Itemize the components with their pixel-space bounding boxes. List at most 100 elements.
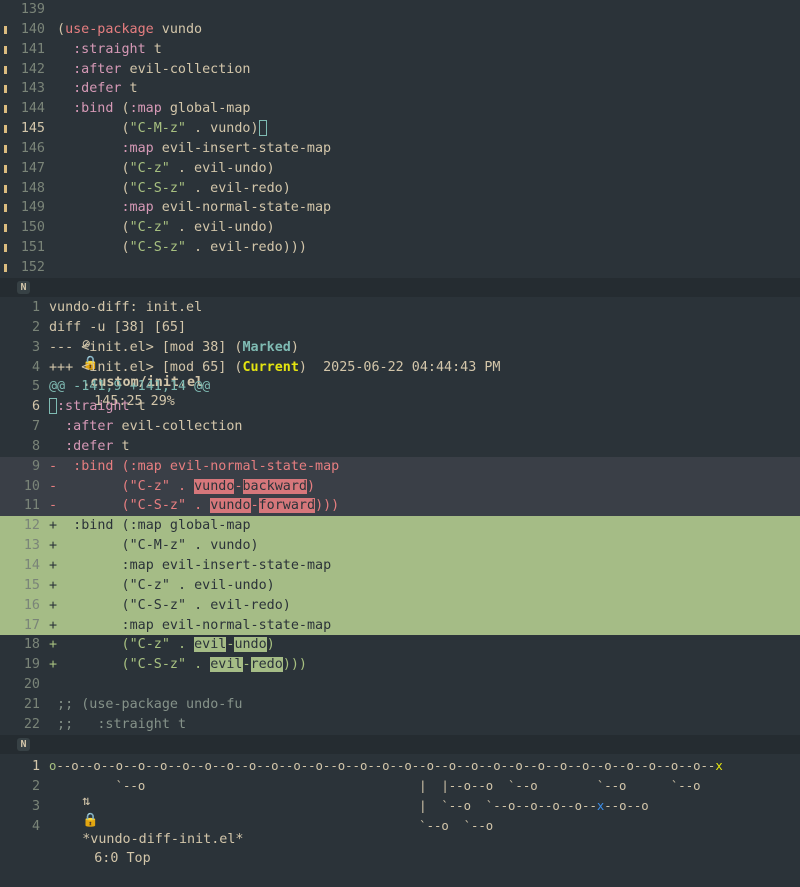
editor-line[interactable]: 141 :straight t	[0, 40, 800, 60]
line-text: + :bind (:map global-map	[49, 518, 251, 534]
editor-modeline: N ⊘ 🔒 .custom/init.el 145:25 29%	[0, 278, 800, 409]
diff-line[interactable]: 21 ;; (use-package undo-fu	[0, 695, 800, 715]
diff-line[interactable]: 8 :defer t	[0, 437, 800, 457]
tree-lines[interactable]: 1 o--o--o--o--o--o--o--o--o--o--o--o--o--…	[0, 755, 800, 836]
line-number: 140	[20, 21, 45, 37]
undo-tree-text[interactable]: `--o `--o	[49, 817, 800, 837]
line-number: 20	[23, 677, 40, 693]
evil-state-badge: N	[17, 738, 30, 751]
diff-line[interactable]: 2 diff -u [38] [65]	[0, 318, 800, 338]
line-number: 8	[31, 438, 40, 454]
line-number: 15	[23, 577, 40, 593]
editor-line[interactable]: 150 ("C-z" . evil-undo)	[0, 218, 800, 238]
diff-line[interactable]: 11 - ("C-S-z" . vundo-forward)))	[0, 496, 800, 517]
line-number: 17	[23, 617, 40, 633]
line-text: diff -u [38] [65]	[49, 319, 187, 335]
vundo-tree-pane[interactable]: 1 o--o--o--o--o--o--o--o--o--o--o--o--o--…	[0, 755, 800, 848]
line-text: - :bind (:map evil-normal-state-map	[49, 458, 340, 474]
line-number: 13	[23, 538, 40, 554]
line-text: ("C-z" . evil-undo)	[57, 220, 275, 236]
cursor	[49, 398, 57, 415]
diff-line[interactable]: 12 + :bind (:map global-map	[0, 516, 800, 537]
line-text: (use-package vundo	[57, 21, 203, 37]
line-text: + ("C-S-z" . evil-redo)))	[49, 657, 307, 673]
line-text: - ("C-S-z" . vundo-forward)))	[49, 498, 340, 514]
editor-line[interactable]: 146 :map evil-insert-state-map	[0, 139, 800, 159]
tree-line[interactable]: 4 `--o `--o	[0, 817, 800, 837]
editor-line[interactable]: 144 :bind (:map global-map	[0, 99, 800, 119]
line-number: 142	[20, 61, 45, 77]
diff-lines[interactable]: 1 vundo-diff: init.el 2 diff -u [38] [65] 3-…	[0, 298, 800, 735]
line-text: :straight t	[73, 41, 162, 57]
line-text: ("C-M-z" . vundo)	[57, 119, 800, 139]
editor-line[interactable]: 148 ("C-S-z" . evil-redo)	[0, 179, 800, 199]
diff-line[interactable]: 22 ;; :straight t	[0, 715, 800, 735]
line-text: ("C-S-z" . evil-redo)	[57, 180, 291, 196]
line-number: 9	[31, 458, 40, 474]
diff-line[interactable]: 18 + ("C-z" . evil-undo)	[0, 635, 800, 655]
line-text: :defer t	[73, 81, 138, 97]
line-text: +++ <init.el> [mod 65] (Current) 2025-06…	[49, 359, 501, 375]
diff-line[interactable]: 1 vundo-diff: init.el	[0, 298, 800, 318]
diff-line[interactable]: 3 --- <init.el> [mod 38] (Marked)	[0, 338, 800, 358]
undo-tree-text[interactable]: `--o | |--o--o `--o `--o `--o	[49, 777, 800, 797]
line-number: 21	[23, 696, 40, 712]
tree-line[interactable]: 3 | `--o `--o--o--o--o--x--o--o	[0, 797, 800, 817]
diff-pane[interactable]: 1 vundo-diff: init.el 2 diff -u [38] [65] 3-…	[0, 298, 800, 735]
diff-line[interactable]: 4 +++ <init.el> [mod 65] (Current) 2025-0…	[0, 358, 800, 378]
line-text: vundo-diff: init.el	[49, 300, 203, 315]
diff-line[interactable]: 14 + :map evil-insert-state-map	[0, 555, 800, 576]
diff-line[interactable]: 6:straight t	[0, 397, 800, 417]
editor-line[interactable]: 142 :after evil-collection	[0, 60, 800, 80]
line-number: 2	[31, 319, 40, 335]
editor-line[interactable]: 140 (use-package vundo	[0, 20, 800, 40]
line-text: :map evil-insert-state-map	[121, 140, 332, 156]
line-text: + ("C-z" . evil-undo)	[49, 637, 275, 653]
diff-line[interactable]: 19 + ("C-S-z" . evil-redo)))	[0, 655, 800, 675]
line-number: 6	[31, 399, 40, 415]
line-number: 10	[23, 478, 40, 494]
line-number: 22	[23, 716, 40, 732]
line-number: 4	[31, 359, 40, 375]
line-number: 5	[31, 379, 40, 395]
editor-line[interactable]: 147 ("C-z" . evil-undo)	[0, 159, 800, 179]
line-number: 145	[20, 121, 45, 137]
diff-line[interactable]: 13 + ("C-M-z" . vundo)	[0, 536, 800, 556]
line-number: 152	[20, 259, 45, 275]
editor-lines[interactable]: 139 140 (use-package vundo 141 :straight t1…	[0, 0, 800, 278]
line-text: :defer t	[65, 438, 130, 454]
diff-line[interactable]: 5 @@ -141,9 +141,14 @@	[0, 377, 800, 397]
diff-modeline: N ⇅ 🔒 *vundo-diff-init.el* 6:0 Top	[0, 735, 800, 866]
editor-line[interactable]: 143 :defer t	[0, 79, 800, 99]
diff-line[interactable]: 10 - ("C-z" . vundo-backward)	[0, 476, 800, 497]
tree-line[interactable]: 1 o--o--o--o--o--o--o--o--o--o--o--o--o--…	[0, 757, 800, 777]
diff-line[interactable]: 17 + :map evil-normal-state-map	[0, 615, 800, 636]
editor-pane[interactable]: 139 140 (use-package vundo 141 :straight t1…	[0, 0, 800, 278]
line-text: :map evil-normal-state-map	[121, 200, 332, 216]
line-number: 11	[23, 498, 40, 514]
line-number: 149	[20, 200, 45, 216]
diff-line[interactable]: 9 - :bind (:map evil-normal-state-map	[0, 456, 800, 477]
line-number: 16	[23, 597, 40, 613]
editor-line[interactable]: 145 ("C-M-z" . vundo)	[0, 119, 800, 139]
diff-line[interactable]: 15 + ("C-z" . evil-undo)	[0, 575, 800, 596]
editor-line[interactable]: 152	[0, 258, 800, 278]
tree-line[interactable]: 2 `--o | |--o--o `--o `--o `--o	[0, 777, 800, 797]
modeline-position: 6:0 Top	[94, 851, 151, 866]
diff-line[interactable]: 20	[0, 675, 800, 695]
diff-line[interactable]: 7 :after evil-collection	[0, 417, 800, 437]
editor-line[interactable]: 139	[0, 0, 800, 20]
line-number: 3	[31, 339, 40, 355]
editor-line[interactable]: 151 ("C-S-z" . evil-redo)))	[0, 238, 800, 258]
undo-tree-text[interactable]: | `--o `--o--o--o--o--x--o--o	[49, 797, 800, 817]
undo-tree-text[interactable]: o--o--o--o--o--o--o--o--o--o--o--o--o--o…	[49, 757, 800, 777]
line-text: ;; :straight t	[49, 716, 187, 732]
editor-line[interactable]: 149 :map evil-normal-state-map	[0, 198, 800, 218]
line-text: ("C-z" . evil-undo)	[57, 160, 275, 176]
diff-line[interactable]: 16 + ("C-S-z" . evil-redo)	[0, 595, 800, 616]
line-text: :bind (:map global-map	[73, 101, 251, 117]
line-text: @@ -141,9 +141,14 @@	[49, 379, 211, 395]
line-text: - ("C-z" . vundo-backward)	[49, 478, 316, 494]
line-number: 2	[31, 778, 40, 794]
line-number: 147	[20, 160, 45, 176]
